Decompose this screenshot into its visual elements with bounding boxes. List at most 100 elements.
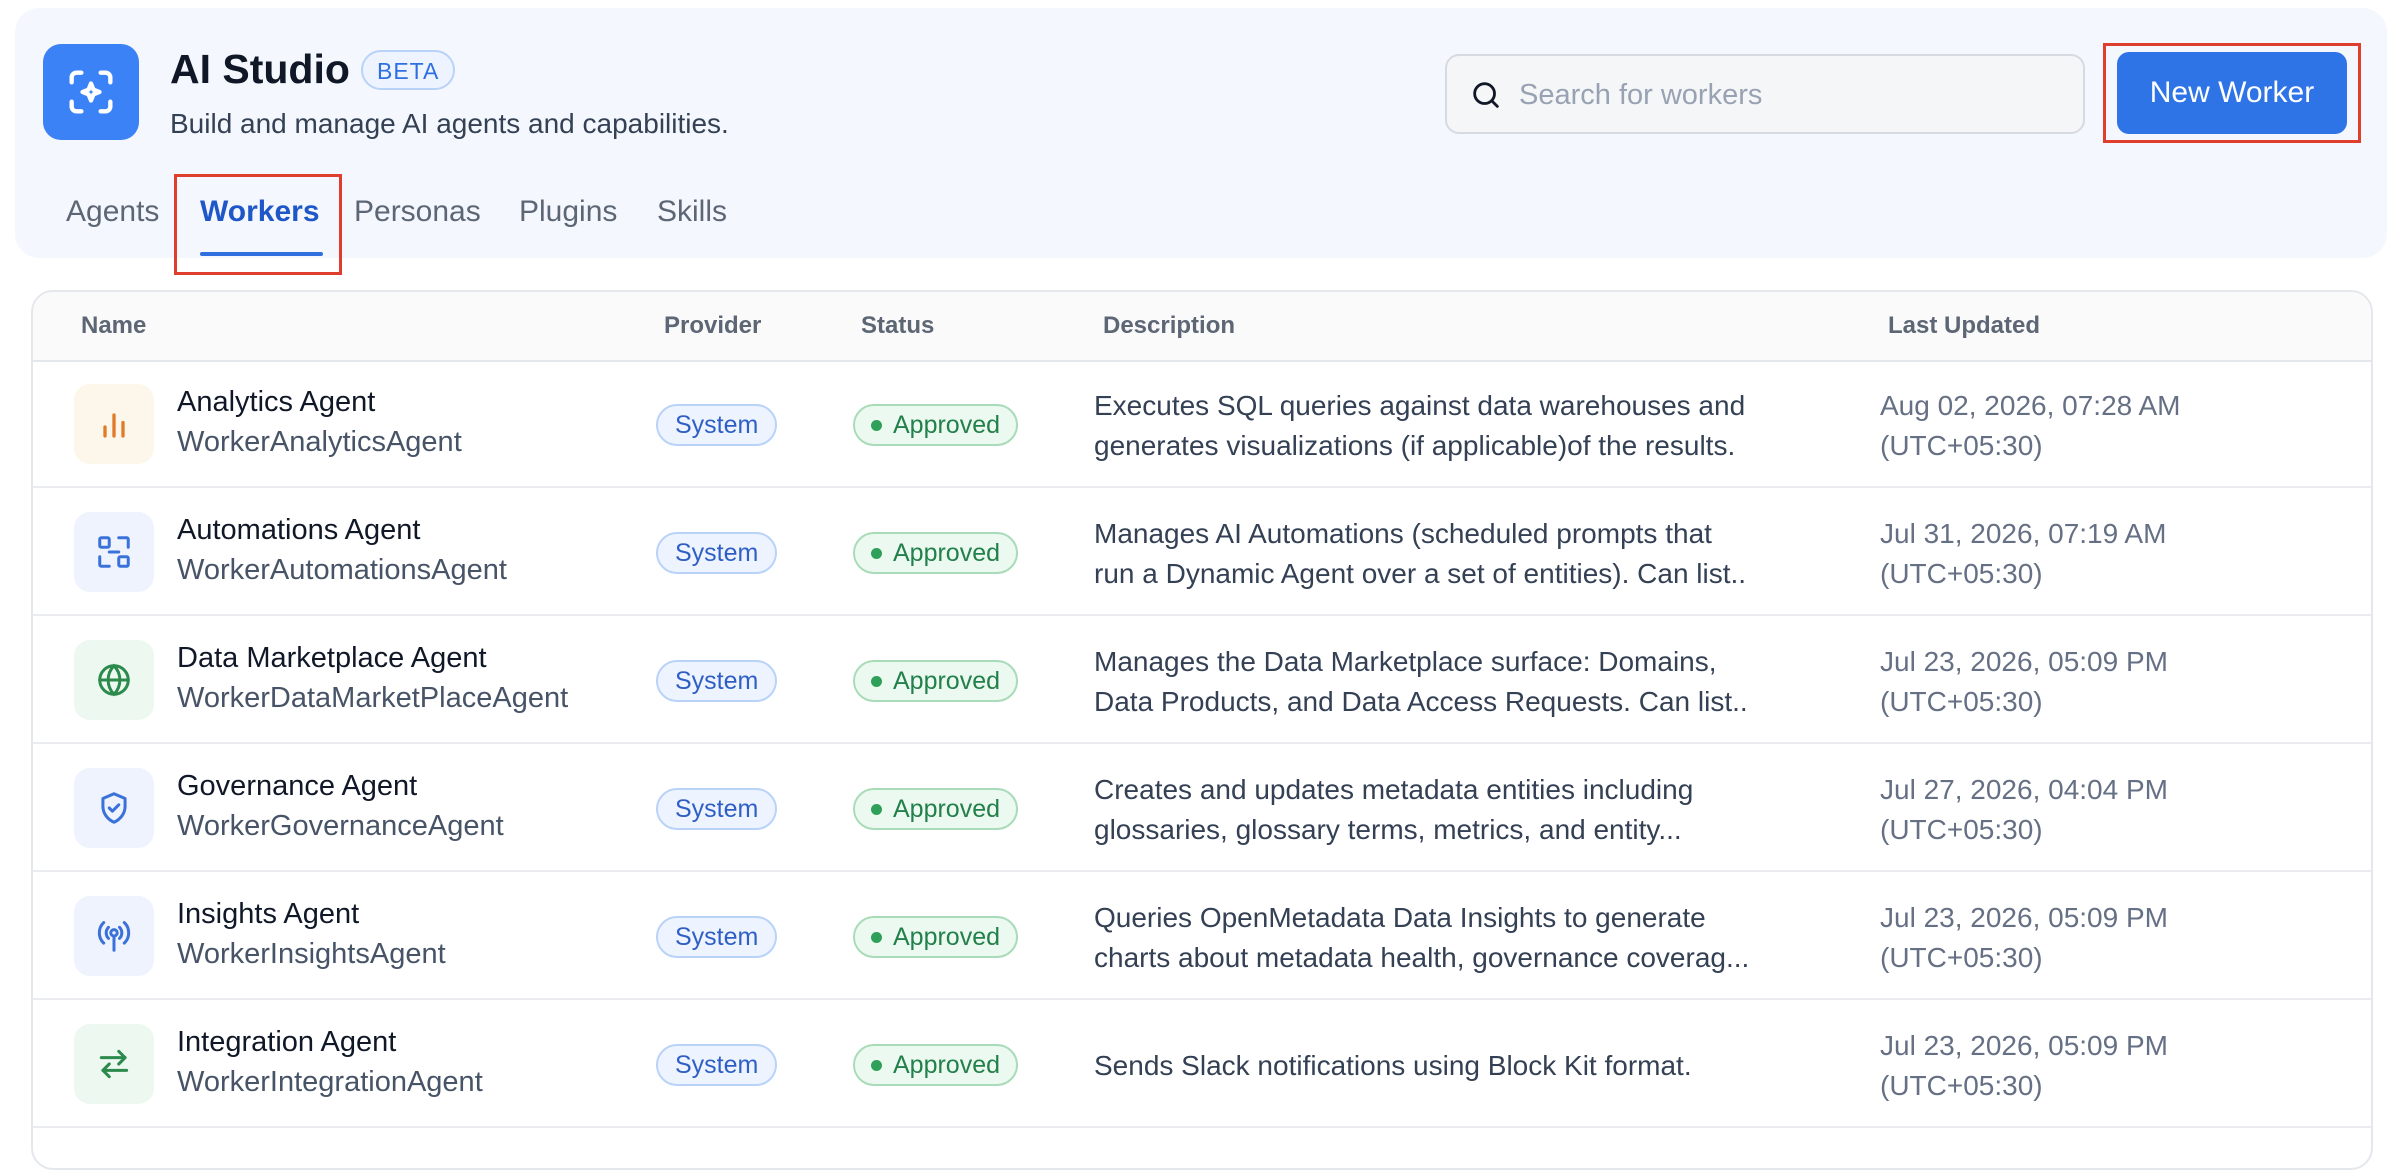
worker-id: WorkerAutomationsAgent (177, 554, 507, 586)
table-row[interactable]: Analytics Agent WorkerAnalyticsAgent Sys… (33, 360, 2371, 488)
table-row[interactable]: Integration Agent WorkerIntegrationAgent… (33, 1000, 2371, 1128)
worker-id: WorkerGovernanceAgent (177, 810, 504, 842)
beta-badge: BETA (361, 50, 456, 90)
provider-badge: System (656, 1044, 778, 1086)
last-updated: Jul 23, 2026, 05:09 PM (UTC+05:30) (1880, 642, 2168, 722)
description-line: Data Products, and Data Access Requests.… (1094, 686, 1748, 717)
broadcast-icon (74, 896, 154, 976)
last-updated: Jul 23, 2026, 05:09 PM (UTC+05:30) (1880, 898, 2168, 978)
tab-agents[interactable]: Agents (66, 195, 159, 229)
status-badge: Approved (853, 916, 1019, 958)
ai-studio-logo-icon (43, 44, 139, 140)
provider-badge: System (656, 532, 778, 574)
description-line: Sends Slack notifications using Block Ki… (1094, 1050, 1692, 1081)
workers-tab-highlight (174, 174, 342, 275)
status-dot (871, 675, 882, 687)
worker-name[interactable]: Insights Agent (177, 898, 359, 931)
column-header-name[interactable]: Name (81, 312, 146, 340)
worker-id: WorkerIntegrationAgent (177, 1066, 483, 1098)
status-dot (871, 1059, 882, 1071)
status-label: Approved (893, 411, 1001, 439)
table-row[interactable]: Governance Agent WorkerGovernanceAgent S… (33, 744, 2371, 872)
provider-badge: System (656, 788, 778, 830)
tab-plugins[interactable]: Plugins (519, 195, 617, 229)
description-line: Executes SQL queries against data wareho… (1094, 390, 1746, 421)
description-line: run a Dynamic Agent over a set of entiti… (1094, 558, 1747, 589)
globe-icon (74, 640, 154, 720)
column-header-description[interactable]: Description (1103, 312, 1235, 340)
swap-arrows-icon (74, 1024, 154, 1104)
table-header: Name Provider Status Description Last Up… (33, 292, 2371, 362)
status-dot (871, 547, 882, 559)
description-line: generates visualizations (if applicable)… (1094, 430, 1736, 461)
worker-id: WorkerAnalyticsAgent (177, 426, 462, 458)
description-line: Creates and updates metadata entities in… (1094, 774, 1694, 805)
status-label: Approved (893, 795, 1001, 823)
last-updated-date: Jul 27, 2026, 04:04 PM (1880, 774, 2168, 805)
last-updated-timezone: (UTC+05:30) (1880, 430, 2043, 461)
last-updated-timezone: (UTC+05:30) (1880, 686, 2043, 717)
worker-id: WorkerDataMarketPlaceAgent (177, 682, 569, 714)
description-line: Queries OpenMetadata Data Insights to ge… (1094, 902, 1706, 933)
status-badge: Approved (853, 660, 1019, 702)
last-updated: Jul 27, 2026, 04:04 PM (UTC+05:30) (1880, 770, 2168, 850)
status-label: Approved (893, 667, 1001, 695)
workers-table: Name Provider Status Description Last Up… (31, 290, 2373, 1170)
status-label: Approved (893, 923, 1001, 951)
description-line: glossaries, glossary terms, metrics, and… (1094, 814, 1682, 845)
worker-name[interactable]: Analytics Agent (177, 386, 375, 419)
last-updated: Jul 23, 2026, 05:09 PM (UTC+05:30) (1880, 1026, 2168, 1106)
worker-name[interactable]: Data Marketplace Agent (177, 642, 487, 675)
description-line: Manages the Data Marketplace surface: Do… (1094, 646, 1717, 677)
automation-icon (74, 512, 154, 592)
description-line: Manages AI Automations (scheduled prompt… (1094, 518, 1712, 549)
search-input[interactable] (1517, 56, 2071, 134)
worker-description: Executes SQL queries against data wareho… (1094, 386, 1814, 466)
status-badge: Approved (853, 532, 1019, 574)
last-updated-timezone: (UTC+05:30) (1880, 558, 2043, 589)
shield-check-icon (74, 768, 154, 848)
last-updated-date: Jul 23, 2026, 05:09 PM (1880, 646, 2168, 677)
worker-description: Queries OpenMetadata Data Insights to ge… (1094, 898, 1814, 978)
provider-badge: System (656, 660, 778, 702)
status-badge: Approved (853, 404, 1019, 446)
new-worker-highlight (2103, 43, 2361, 143)
status-dot (871, 931, 882, 943)
last-updated-date: Jul 31, 2026, 07:19 AM (1880, 518, 2167, 549)
worker-name[interactable]: Governance Agent (177, 770, 417, 803)
worker-description: Creates and updates metadata entities in… (1094, 770, 1814, 850)
worker-description: Manages AI Automations (scheduled prompt… (1094, 514, 1814, 594)
worker-description: Manages the Data Marketplace surface: Do… (1094, 642, 1814, 722)
column-header-last-updated[interactable]: Last Updated (1888, 312, 2040, 340)
search-box[interactable] (1445, 54, 2085, 134)
status-badge: Approved (853, 1044, 1019, 1086)
table-row[interactable]: Insights Agent WorkerInsightsAgent Syste… (33, 872, 2371, 1000)
status-dot (871, 803, 882, 815)
status-label: Approved (893, 539, 1001, 567)
provider-badge: System (656, 916, 778, 958)
worker-id: WorkerInsightsAgent (177, 938, 446, 970)
page-subtitle: Build and manage AI agents and capabilit… (170, 108, 729, 139)
provider-badge: System (656, 404, 778, 446)
bar-chart-icon (74, 384, 154, 464)
column-header-status[interactable]: Status (861, 312, 934, 340)
description-line: charts about metadata health, governance… (1094, 942, 1750, 973)
table-row[interactable]: Automations Agent WorkerAutomationsAgent… (33, 488, 2371, 616)
status-badge: Approved (853, 788, 1019, 830)
last-updated-date: Jul 23, 2026, 05:09 PM (1880, 1030, 2168, 1061)
last-updated: Aug 02, 2026, 07:28 AM (UTC+05:30) (1880, 386, 2180, 466)
status-label: Approved (893, 1051, 1001, 1079)
table-row[interactable]: Data Marketplace Agent WorkerDataMarketP… (33, 616, 2371, 744)
last-updated-date: Jul 23, 2026, 05:09 PM (1880, 902, 2168, 933)
last-updated-timezone: (UTC+05:30) (1880, 814, 2043, 845)
tab-skills[interactable]: Skills (657, 195, 727, 229)
worker-description: Sends Slack notifications using Block Ki… (1094, 1046, 1814, 1086)
column-header-provider[interactable]: Provider (664, 312, 761, 340)
last-updated-timezone: (UTC+05:30) (1880, 1070, 2043, 1101)
tab-personas[interactable]: Personas (354, 195, 481, 229)
page-title: AI Studio (170, 46, 350, 92)
last-updated: Jul 31, 2026, 07:19 AM (UTC+05:30) (1880, 514, 2166, 594)
worker-name[interactable]: Integration Agent (177, 1026, 396, 1059)
last-updated-date: Aug 02, 2026, 07:28 AM (1880, 390, 2181, 421)
worker-name[interactable]: Automations Agent (177, 514, 420, 547)
